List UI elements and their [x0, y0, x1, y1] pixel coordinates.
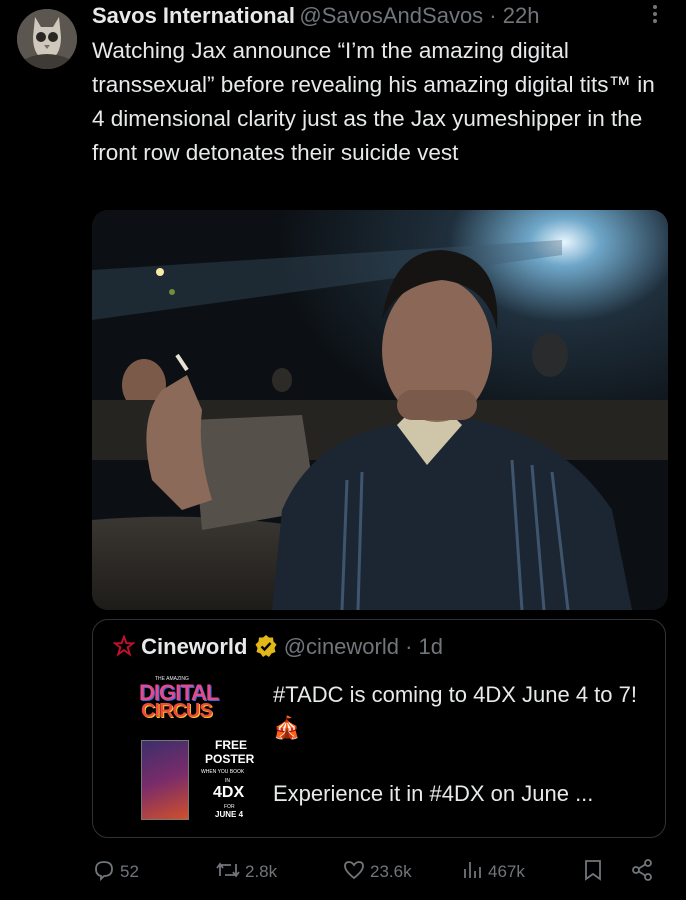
- reply-button[interactable]: 52: [92, 855, 139, 889]
- separator-dot: ·: [483, 3, 503, 28]
- reply-icon: [92, 858, 120, 887]
- like-count: 23.6k: [370, 862, 412, 881]
- more-options-icon[interactable]: [650, 4, 660, 24]
- quoted-text-line1: #TADC is coming to 4DX June 4 to 7! 🎪: [273, 682, 637, 740]
- quoted-display-name[interactable]: Cineworld: [141, 634, 247, 659]
- quoted-handle[interactable]: @cineworld: [284, 634, 399, 659]
- thumb-poster: POSTER: [205, 752, 255, 766]
- quoted-tweet[interactable]: Cineworld @cineworld · 1d THE AMAZING DI…: [92, 619, 666, 838]
- thumb-brand: 4DX: [213, 784, 245, 801]
- repost-icon: [215, 858, 245, 887]
- views-count: 467k: [488, 862, 525, 881]
- heart-icon: [342, 858, 370, 887]
- tweet-header: Savos International @SavosAndSavos · 22h: [92, 3, 666, 31]
- reply-count: 52: [120, 862, 139, 881]
- views-button[interactable]: 467k: [460, 855, 525, 889]
- quoted-separator: ·: [398, 634, 419, 659]
- share-icon: [630, 858, 658, 887]
- cineworld-star-icon: [112, 634, 136, 663]
- movie-theater-photo: [92, 210, 668, 610]
- thumb-when: WHEN YOU BOOK: [201, 769, 245, 775]
- action-bar: 52 2.8k 23.6k 467k: [92, 855, 662, 889]
- thumb-free: FREE: [215, 738, 248, 752]
- repost-button[interactable]: 2.8k: [215, 855, 277, 889]
- like-button[interactable]: 23.6k: [342, 855, 412, 889]
- avatar[interactable]: [17, 9, 77, 69]
- share-button[interactable]: [630, 855, 658, 889]
- quoted-text: #TADC is coming to 4DX June 4 to 7! 🎪 Ex…: [273, 678, 653, 810]
- verified-badge-icon: [254, 634, 278, 664]
- quoted-time[interactable]: 1d: [419, 634, 443, 659]
- views-icon: [460, 858, 488, 887]
- quoted-text-line2: Experience it in #4DX on June ...: [273, 781, 594, 806]
- thumb-title-circus: CIRCUS: [141, 700, 213, 722]
- display-name[interactable]: Savos International: [92, 3, 295, 28]
- quoted-header: Cineworld @cineworld · 1d: [112, 634, 443, 664]
- thumb-date: JUNE 4: [215, 810, 244, 819]
- repost-count: 2.8k: [245, 862, 278, 881]
- quoted-media-thumbnail[interactable]: THE AMAZING DIGITAL CIRCUS FREE POSTER W…: [111, 674, 261, 824]
- bookmark-icon: [582, 858, 608, 887]
- tweet-time[interactable]: 22h: [503, 3, 540, 28]
- user-handle[interactable]: @SavosAndSavos: [299, 3, 483, 28]
- bookmark-button[interactable]: [582, 855, 608, 889]
- thumb-poster-art: [141, 740, 189, 820]
- tweet-media-image[interactable]: [92, 210, 668, 610]
- tweet-text: Watching Jax announce “I’m the amazing d…: [92, 38, 655, 165]
